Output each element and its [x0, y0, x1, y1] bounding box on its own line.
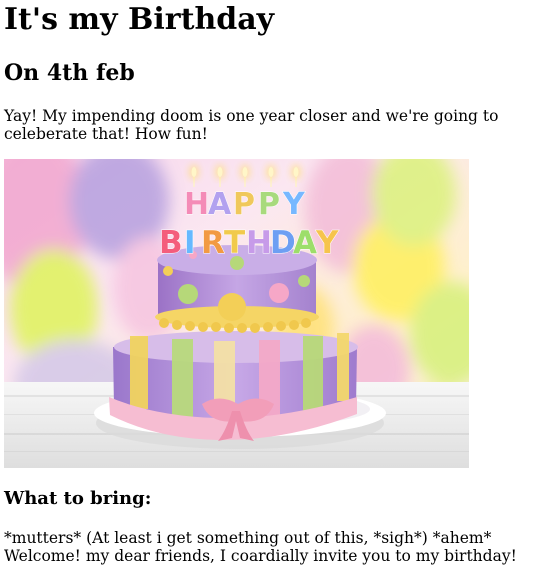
cake-letter-h-2: H	[246, 225, 272, 261]
cake-letter-r: R	[201, 225, 225, 261]
bring-paragraph: *mutters* (At least i get something out …	[4, 529, 517, 565]
cake-letter-p-1: P	[233, 187, 255, 222]
what-to-bring-heading: What to bring:	[4, 488, 152, 509]
event-date: On 4th feb	[4, 60, 135, 86]
cake-letter-b: B	[159, 225, 183, 261]
cake-letter-p-2: P	[258, 187, 280, 222]
cake-letter-d: D	[270, 225, 296, 261]
cake-letter-t: T	[224, 225, 245, 261]
cake-letter-i: I	[184, 225, 196, 261]
birthday-page: It's my Birthday On 4th feb Yay! My impe…	[0, 0, 548, 570]
cake-letter-y-1: Y	[282, 187, 306, 222]
cake-letter-a-2: A	[293, 225, 317, 261]
cake-letter-a: A	[208, 187, 232, 222]
cake-letter-y-2: Y	[315, 225, 339, 261]
birthday-cake-image: H A P P Y B I R T H D A Y	[4, 159, 469, 468]
intro-paragraph: Yay! My impending doom is one year close…	[4, 107, 499, 143]
page-title: It's my Birthday	[4, 2, 275, 37]
cake-letter-h: H	[184, 187, 209, 222]
